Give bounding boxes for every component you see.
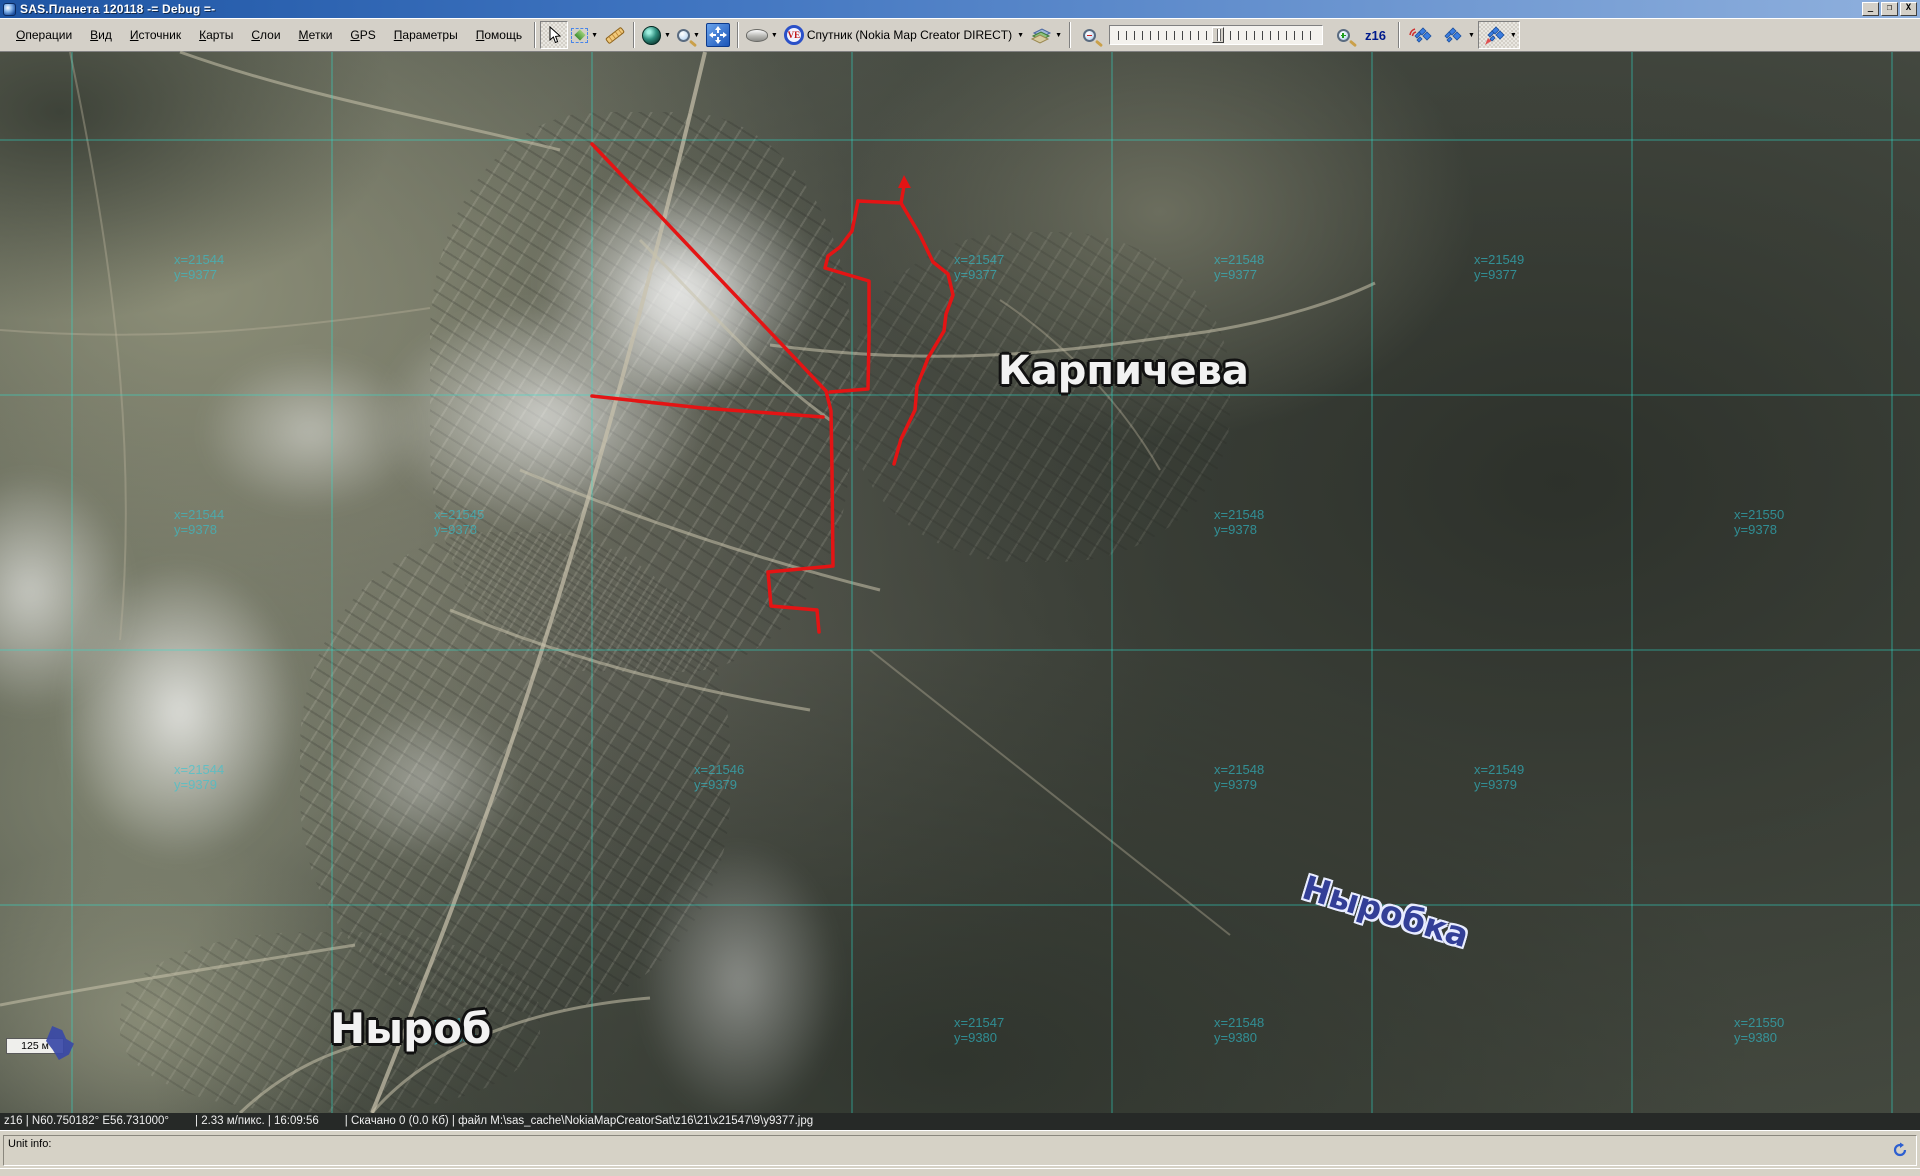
chevron-down-icon[interactable]: ▼ [693,32,700,39]
gps-signal-icon [1407,23,1433,47]
status-coordinates: z16 | N60.750182° E56.731000° [4,1113,169,1130]
toolbar-separator [1398,22,1400,48]
layers-icon [1030,25,1052,45]
application-window: SAS.Планета 120118 -= Debug =- _ ❐ X Опе… [0,0,1920,1176]
go-to-button[interactable]: ▼ [639,21,674,49]
menu-marks[interactable]: Метки [291,25,341,45]
menu-gps[interactable]: GPS [342,25,383,45]
toolbar-separator [633,22,635,48]
cloud [640,842,840,1113]
cursor-icon [546,26,563,45]
gps-follow-icon [1481,23,1507,47]
zoom-out-button[interactable] [1075,21,1103,49]
title-bar: SAS.Планета 120118 -= Debug =- _ ❐ X [0,0,1920,18]
globe-icon [642,26,661,45]
status-bar: z16 | N60.750182° E56.731000° | 2.33 м/п… [0,1113,1920,1130]
chevron-down-icon[interactable]: ▼ [771,32,778,39]
village-texture [120,932,540,1112]
chevron-down-icon[interactable]: ▼ [1468,32,1475,39]
gps-satellite-icon [1439,23,1465,47]
map-viewport[interactable] [0,52,1920,1113]
zoom-in-button[interactable] [1329,21,1357,49]
chevron-down-icon[interactable]: ▼ [591,32,598,39]
chevron-down-icon[interactable]: ▼ [1510,32,1517,39]
unit-info-panel: Unit info: [0,1130,1920,1168]
map-source-icon: VE [784,25,804,45]
map-source-label: Спутник (Nokia Map Creator DIRECT) [807,28,1012,42]
menu-operations[interactable]: Операции [8,25,80,45]
gps-follow-button[interactable]: ▼ [1478,21,1520,49]
toolbar-separator [737,22,739,48]
zoom-slider[interactable] [1109,25,1323,45]
close-button[interactable]: X [1900,2,1917,16]
search-button[interactable]: ▼ [674,21,703,49]
zoom-in-icon [1337,29,1350,42]
menu-parameters[interactable]: Параметры [386,25,466,45]
bottom-strip [0,1168,1920,1176]
unit-info-label: Unit info: [8,1138,51,1150]
cache-mode-button[interactable]: ▼ [743,21,781,49]
menu-view[interactable]: Вид [82,25,120,45]
app-icon [3,3,16,16]
toolbar-separator [534,22,536,48]
zoom-level-label: z16 [1365,28,1386,43]
zoom-out-icon [1083,29,1096,42]
menu-layers[interactable]: Слои [243,25,288,45]
select-region-button[interactable]: ▼ [568,21,601,49]
gps-connect-button[interactable]: ▼ [1436,21,1478,49]
village-texture [850,232,1230,562]
cloud [200,352,420,512]
magnifier-icon [677,29,690,42]
chevron-down-icon[interactable]: ▼ [664,32,671,39]
ruler-icon [605,26,625,44]
status-download-file: | Скачано 0 (0.0 Кб) | файл M:\sas_cache… [345,1113,813,1130]
select-region-icon [571,28,588,43]
cache-disk-icon [746,29,768,42]
cloud [600,242,760,402]
status-scale-time: | 2.33 м/пикс. | 16:09:56 [195,1113,319,1130]
refresh-icon[interactable] [1892,1142,1908,1158]
zoom-slider-thumb[interactable] [1212,27,1224,43]
menu-maps[interactable]: Карты [191,25,241,45]
menu-help[interactable]: Помощь [468,25,530,45]
menu-bar: Операции Вид Источник Карты Слои Метки G… [0,25,530,45]
unit-info-box: Unit info: [3,1135,1917,1166]
menu-source[interactable]: Источник [122,25,189,45]
fullscreen-icon [706,23,730,47]
cursor-tool-button[interactable] [540,21,568,49]
layers-dropdown[interactable]: ▼ [1027,21,1065,49]
fullscreen-button[interactable] [703,21,733,49]
toolbar: Операции Вид Источник Карты Слои Метки G… [0,18,1920,52]
chevron-down-icon[interactable]: ▼ [1017,32,1024,39]
window-title: SAS.Планета 120118 -= Debug =- [20,2,215,16]
chevron-down-icon[interactable]: ▼ [1055,32,1062,39]
measure-distance-button[interactable] [601,21,629,49]
cloud [330,702,520,862]
gps-track-button[interactable] [1404,21,1436,49]
map-source-dropdown[interactable]: VE Спутник (Nokia Map Creator DIRECT) ▼ [781,21,1027,49]
minimize-button[interactable]: _ [1862,2,1879,16]
toolbar-separator [1069,22,1071,48]
restore-button[interactable]: ❐ [1881,2,1898,16]
